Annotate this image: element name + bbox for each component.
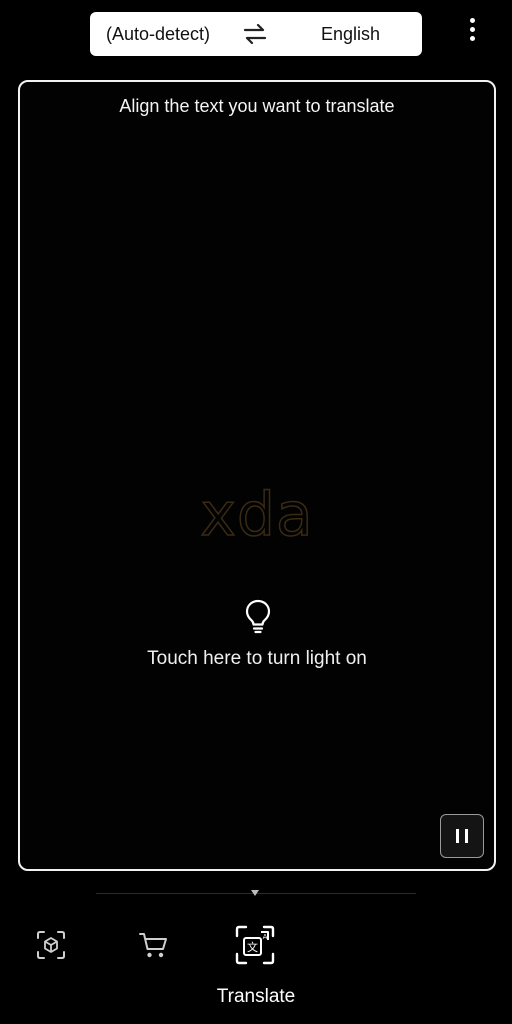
camera-viewfinder[interactable]: Align the text you want to translate xda… [18, 80, 496, 871]
svg-text:文: 文 [247, 940, 258, 954]
more-options-icon[interactable] [462, 18, 482, 50]
source-language-button[interactable]: (Auto-detect) [106, 24, 210, 45]
tab-lens-scan-icon[interactable] [36, 930, 66, 960]
lightbulb-icon[interactable] [243, 598, 273, 634]
align-text-instruction: Align the text you want to translate [119, 96, 395, 116]
tab-shopping-cart-icon[interactable] [138, 930, 170, 960]
tab-translate-label[interactable]: Translate [196, 986, 316, 1008]
xda-watermark: xda [200, 479, 314, 551]
swap-languages-icon[interactable] [242, 22, 268, 46]
tab-translate-icon[interactable]: 文 A [234, 924, 276, 966]
target-language-button[interactable]: English [321, 24, 380, 45]
pause-icon [456, 829, 459, 843]
turn-light-on-button[interactable]: Touch here to turn light on [20, 648, 494, 670]
language-selector-bar: (Auto-detect) English [90, 12, 422, 56]
svg-text:A: A [263, 933, 268, 941]
bottom-sheet-handle-icon[interactable] [251, 890, 259, 896]
pause-button[interactable] [440, 814, 484, 858]
